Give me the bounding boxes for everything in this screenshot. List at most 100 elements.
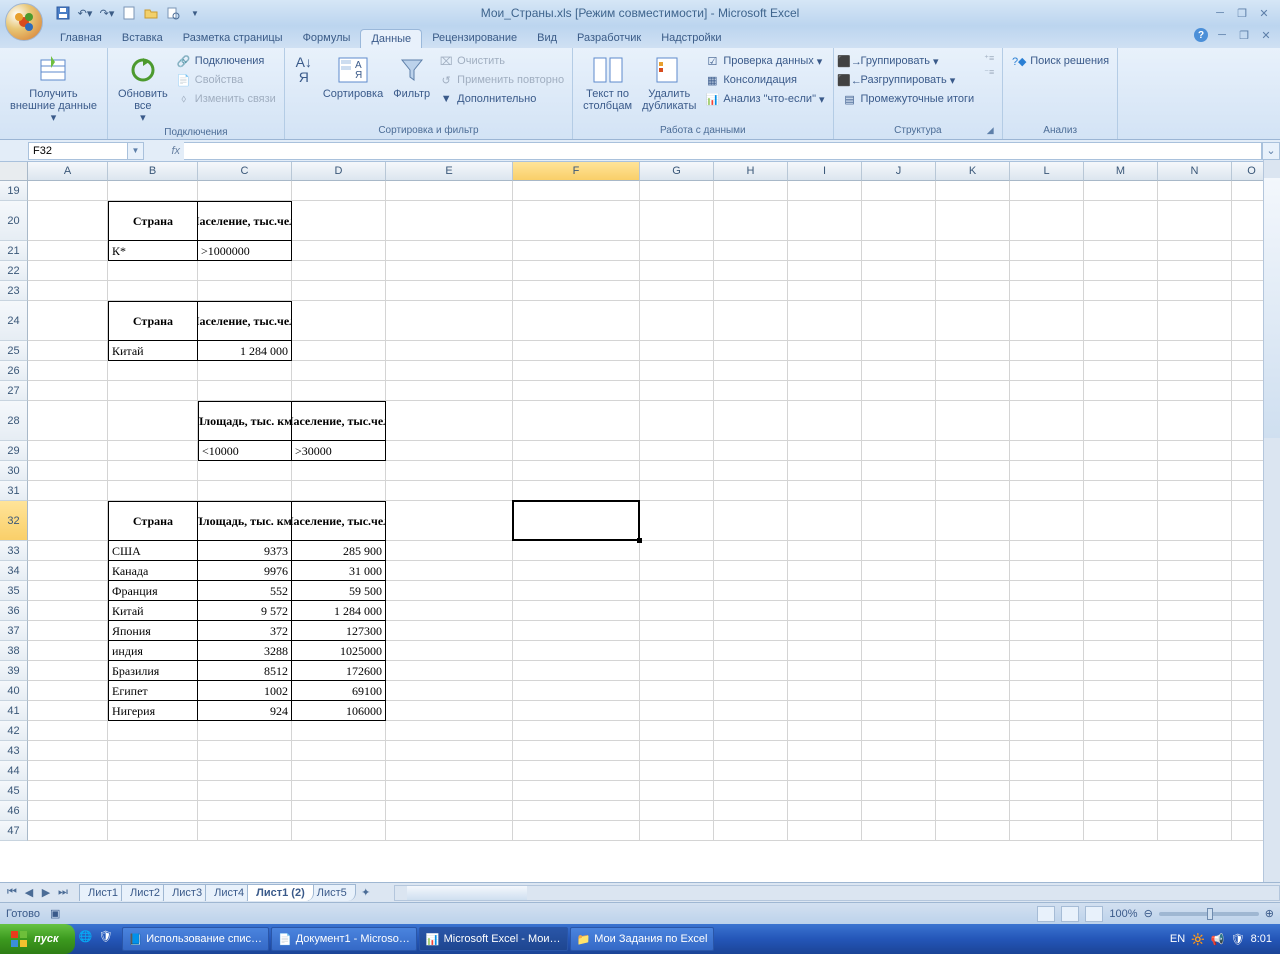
cell[interactable]	[640, 621, 714, 641]
cell[interactable]	[640, 461, 714, 481]
cell[interactable]	[862, 701, 936, 721]
cell[interactable]	[513, 381, 640, 401]
new-icon[interactable]	[120, 4, 138, 22]
sheet-tab[interactable]: Лист5	[308, 884, 356, 901]
cell[interactable]: Нигерия	[108, 701, 198, 721]
cell[interactable]	[386, 601, 513, 621]
ribbon-tab-Данные[interactable]: Данные	[360, 29, 422, 48]
page-break-view-button[interactable]	[1085, 906, 1103, 922]
row-header[interactable]: 34	[0, 561, 28, 581]
cell[interactable]	[1084, 281, 1158, 301]
cell[interactable]	[386, 641, 513, 661]
cell[interactable]	[862, 401, 936, 441]
cell[interactable]	[862, 181, 936, 201]
cell[interactable]	[1084, 801, 1158, 821]
cell[interactable]	[640, 601, 714, 621]
cell[interactable]	[108, 261, 198, 281]
cell[interactable]	[386, 401, 513, 441]
row-header[interactable]: 41	[0, 701, 28, 721]
help-icon[interactable]: ?	[1194, 28, 1208, 42]
cell[interactable]	[788, 301, 862, 341]
formula-input[interactable]	[184, 142, 1262, 160]
cell[interactable]	[1010, 241, 1084, 261]
row-header[interactable]: 26	[0, 361, 28, 381]
cell[interactable]	[292, 341, 386, 361]
cell[interactable]	[292, 461, 386, 481]
cell[interactable]	[108, 181, 198, 201]
cell[interactable]	[1158, 721, 1232, 741]
cell[interactable]	[1010, 541, 1084, 561]
cell[interactable]	[1084, 301, 1158, 341]
cell[interactable]	[292, 801, 386, 821]
close-button[interactable]: ✕	[1256, 6, 1272, 20]
cell[interactable]: Китай	[108, 601, 198, 621]
connections-button[interactable]: 🔗Подключения	[174, 52, 278, 70]
row-header[interactable]: 23	[0, 281, 28, 301]
cell[interactable]	[788, 281, 862, 301]
zoom-out-button[interactable]: ⊖	[1144, 907, 1153, 920]
cell[interactable]	[1158, 801, 1232, 821]
cell[interactable]	[788, 341, 862, 361]
cell[interactable]	[1084, 501, 1158, 541]
cell[interactable]	[862, 741, 936, 761]
sort-asc-button[interactable]: A↓Я	[291, 52, 317, 90]
sheet-tab[interactable]: Лист1 (2)	[247, 884, 314, 901]
cell[interactable]	[108, 761, 198, 781]
cell[interactable]: 69100	[292, 681, 386, 701]
cell[interactable]	[28, 781, 108, 801]
cell[interactable]	[1010, 381, 1084, 401]
advanced-filter-button[interactable]: ▼Дополнительно	[436, 90, 566, 108]
cell[interactable]	[788, 561, 862, 581]
cell[interactable]	[714, 361, 788, 381]
cell[interactable]	[108, 281, 198, 301]
cell[interactable]	[513, 201, 640, 241]
mdi-close-icon[interactable]: ✕	[1258, 28, 1274, 42]
sheet-tab[interactable]: Лист4	[205, 884, 253, 901]
cell[interactable]	[386, 361, 513, 381]
cell[interactable]	[1084, 781, 1158, 801]
cell[interactable]	[1158, 501, 1232, 541]
cell[interactable]	[513, 581, 640, 601]
cell[interactable]	[862, 341, 936, 361]
cell[interactable]	[936, 701, 1010, 721]
cell[interactable]	[1084, 701, 1158, 721]
zoom-in-button[interactable]: ⊕	[1265, 907, 1274, 920]
cell[interactable]	[1084, 181, 1158, 201]
cell[interactable]	[513, 681, 640, 701]
cell[interactable]	[936, 761, 1010, 781]
cell[interactable]	[1084, 201, 1158, 241]
cell[interactable]	[386, 781, 513, 801]
cell[interactable]	[714, 441, 788, 461]
cell[interactable]	[513, 481, 640, 501]
cell[interactable]	[1084, 641, 1158, 661]
column-header[interactable]: A	[28, 162, 108, 181]
cell[interactable]	[640, 641, 714, 661]
cell[interactable]	[386, 201, 513, 241]
cell[interactable]	[1158, 661, 1232, 681]
cell[interactable]	[862, 561, 936, 581]
group-button[interactable]: ⬛→Группировать ▾	[840, 52, 977, 70]
cell[interactable]	[513, 461, 640, 481]
cell[interactable]	[28, 541, 108, 561]
undo-icon[interactable]: ↶▾	[76, 4, 94, 22]
scrollbar-thumb[interactable]	[407, 886, 527, 900]
cell[interactable]	[386, 181, 513, 201]
cell[interactable]	[1010, 601, 1084, 621]
cell[interactable]	[936, 301, 1010, 341]
cell[interactable]	[513, 821, 640, 841]
cell[interactable]	[386, 701, 513, 721]
cell[interactable]	[714, 801, 788, 821]
cell[interactable]	[788, 181, 862, 201]
cell[interactable]	[862, 801, 936, 821]
language-indicator[interactable]: EN	[1170, 933, 1185, 945]
cell[interactable]: К*	[108, 241, 198, 261]
zoom-slider[interactable]	[1159, 912, 1259, 916]
sheet-tab[interactable]: Лист3	[163, 884, 211, 901]
row-header[interactable]: 20	[0, 201, 28, 241]
cell[interactable]	[28, 581, 108, 601]
cell[interactable]	[198, 481, 292, 501]
cell[interactable]	[1158, 441, 1232, 461]
cell[interactable]: Китай	[108, 341, 198, 361]
cell[interactable]	[1084, 601, 1158, 621]
cell[interactable]: 1 284 000	[292, 601, 386, 621]
